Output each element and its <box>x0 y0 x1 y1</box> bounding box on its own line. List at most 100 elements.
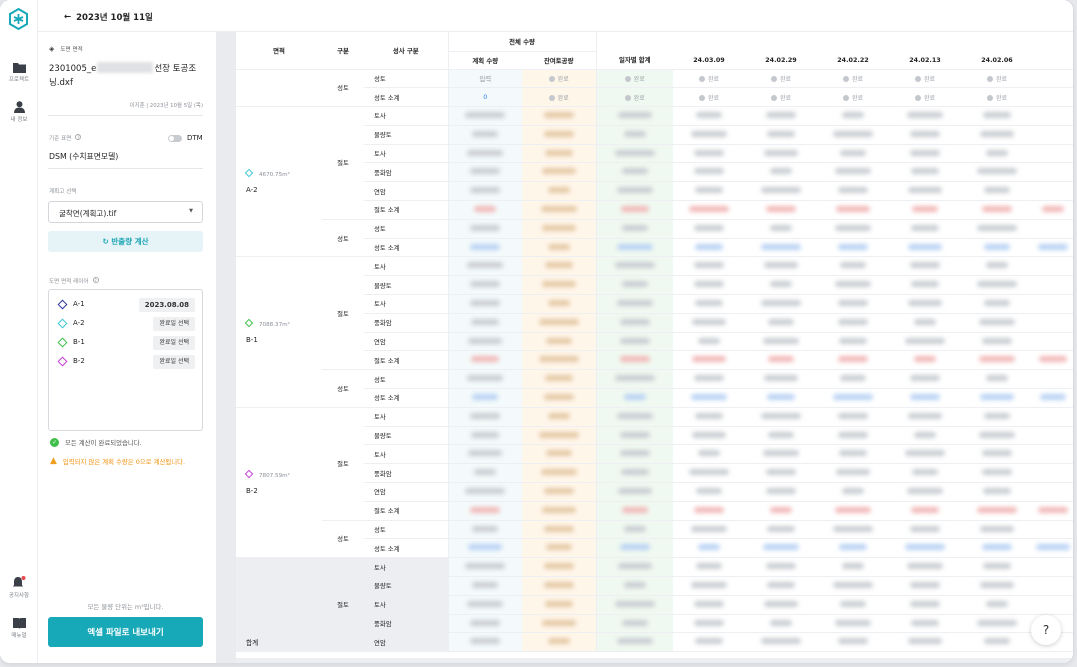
blurred-value <box>983 487 1011 494</box>
table-cell[interactable] <box>447 350 522 371</box>
blurred-value <box>840 149 866 156</box>
nav-projects[interactable]: 프로젝트 <box>0 62 38 83</box>
table-cell[interactable] <box>447 332 522 352</box>
col-plan: 계획 수량 <box>447 51 522 70</box>
table-cell <box>673 632 745 653</box>
table-cell[interactable] <box>447 106 522 126</box>
table-cell[interactable] <box>447 520 522 540</box>
table-cell <box>522 162 596 183</box>
export-excel-button[interactable]: 엑셀 파일로 내보내기 <box>48 617 203 647</box>
table-cell[interactable] <box>447 444 522 465</box>
table-cell[interactable] <box>447 576 522 596</box>
blurred-value <box>692 356 726 363</box>
book-icon <box>12 618 26 629</box>
plan-input-cell[interactable]: 0 <box>447 87 522 108</box>
table-cell[interactable] <box>447 144 522 164</box>
blurred-value <box>767 130 795 137</box>
blurred-value <box>541 506 576 513</box>
class-cell: 풍화암 <box>364 313 448 333</box>
table-cell[interactable] <box>447 426 522 446</box>
blurred-value <box>840 375 866 382</box>
layer-item-b2[interactable]: B-2 완료일 선택 <box>57 355 195 369</box>
table-cell[interactable] <box>447 614 522 634</box>
table-cell[interactable] <box>447 482 522 502</box>
table-cell[interactable] <box>447 181 522 202</box>
table-cell <box>522 426 596 446</box>
table-cell <box>961 106 1033 126</box>
table-cell[interactable] <box>447 501 522 521</box>
table-cell[interactable] <box>447 256 522 277</box>
dtm-toggle[interactable] <box>168 135 182 142</box>
table-cell[interactable] <box>447 162 522 183</box>
app-logo-icon[interactable] <box>6 7 31 32</box>
blurred-value <box>696 487 722 494</box>
blurred-value <box>911 281 939 288</box>
nav-notice[interactable]: 공지사항 <box>0 576 38 599</box>
blurred-value <box>761 638 801 645</box>
blurred-value <box>614 600 655 607</box>
table-cell[interactable] <box>447 200 522 220</box>
nav-my-info[interactable]: 내 정보 <box>0 101 38 123</box>
blurred-value <box>547 243 570 250</box>
table-cell <box>595 614 673 634</box>
layer-date-tag[interactable]: 완료일 선택 <box>153 317 195 331</box>
calc-button[interactable]: ↻ 반출량 계산 <box>48 231 203 252</box>
layer-item-a2[interactable]: A-2 완료일 선택 <box>57 317 195 331</box>
layer-date-tag[interactable]: 완료일 선택 <box>153 355 195 369</box>
drawing-area-label: 도면 면적 <box>60 47 83 53</box>
class-cell: 연암 <box>364 482 448 502</box>
table-cell[interactable] <box>447 463 522 484</box>
table-cell <box>961 520 1033 540</box>
layer-date-tag[interactable]: 2023.08.08 <box>138 298 195 312</box>
table-cell <box>522 275 596 296</box>
plan-select-value: 굴착면(계획고).tif <box>59 209 117 218</box>
class-cell: 물량토 <box>364 426 448 446</box>
blurred-value <box>467 262 504 269</box>
blurred-value <box>694 619 724 626</box>
table-cell <box>522 482 596 502</box>
plan-select[interactable]: 굴착면(계획고).tif ▼ <box>48 201 203 223</box>
nav-manual[interactable]: 매뉴얼 <box>0 618 38 639</box>
table-cell[interactable] <box>447 275 522 296</box>
blurred-value <box>980 525 1014 532</box>
table-cell[interactable] <box>447 388 522 408</box>
horizontal-scrollbar[interactable] <box>236 658 1073 663</box>
table-cell <box>745 181 817 202</box>
layer-item-b1[interactable]: B-1 완료일 선택 <box>57 336 195 350</box>
ref-surface-label-row: 기준 표면 ? <box>49 134 82 142</box>
table-cell[interactable] <box>447 125 522 145</box>
table-cell <box>961 350 1033 371</box>
blurred-value <box>470 187 501 194</box>
table-cell[interactable] <box>447 538 522 559</box>
status-done: 완료 <box>549 95 569 102</box>
table-cell <box>817 332 889 352</box>
table-cell <box>1033 69 1073 89</box>
blurred-value <box>980 130 1014 137</box>
table-cell[interactable] <box>447 238 522 258</box>
status-done: 완료 <box>987 95 1007 102</box>
table-cell <box>889 463 961 484</box>
redacted-text <box>97 62 154 73</box>
table-cell <box>817 595 889 615</box>
table-cell[interactable] <box>447 219 522 239</box>
plan-input-cell[interactable]: 입력 <box>447 69 522 89</box>
layer-item-a1[interactable]: A-1 2023.08.08 <box>57 298 195 312</box>
blurred-value <box>840 262 866 269</box>
help-button[interactable]: ? <box>1031 615 1061 645</box>
table-cell[interactable] <box>447 369 522 390</box>
table-cell[interactable] <box>447 407 522 427</box>
table-cell: 완료 <box>817 87 889 108</box>
table-cell <box>673 501 745 521</box>
layer-name: A-2 <box>73 319 85 327</box>
table-cell[interactable] <box>447 595 522 615</box>
class-cell: 풍화암 <box>364 463 448 484</box>
back-link[interactable]: ← 2023년 10월 11일 <box>64 11 153 23</box>
table-cell[interactable] <box>447 557 522 578</box>
table-cell[interactable] <box>447 294 522 314</box>
status-done: 완료 <box>699 95 719 102</box>
blurred-value <box>767 581 795 588</box>
table-cell <box>745 557 817 578</box>
table-cell[interactable] <box>447 313 522 333</box>
table-cell[interactable] <box>447 632 522 653</box>
layer-date-tag[interactable]: 완료일 선택 <box>153 336 195 350</box>
